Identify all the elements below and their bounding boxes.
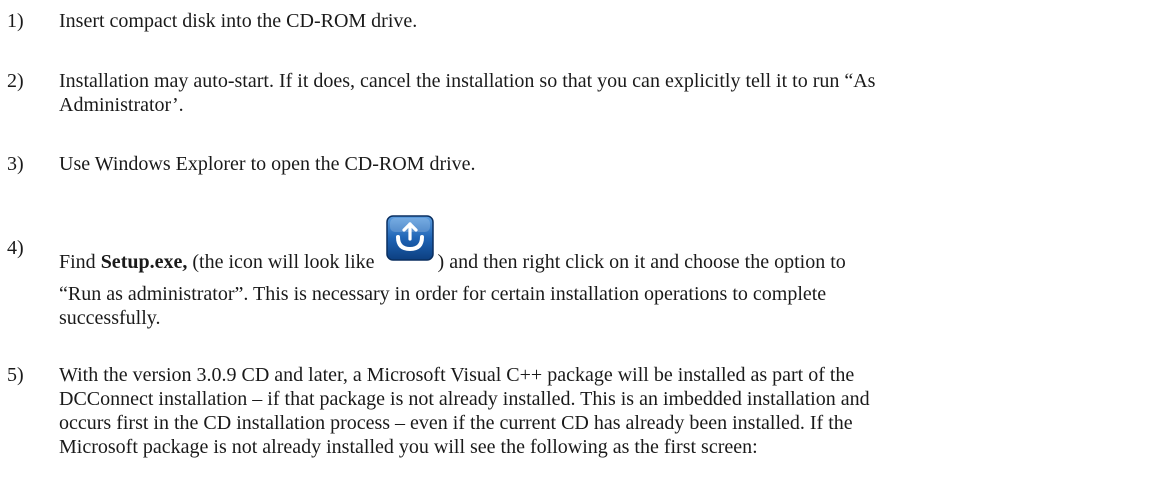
step-text-fragment: (the icon will look like	[187, 251, 380, 273]
step-number: 2)	[7, 70, 24, 92]
step-line: “Run as administrator”. This is necessar…	[59, 283, 827, 305]
step-number: 1)	[7, 10, 24, 32]
step-text: Use Windows Explorer to open the CD-ROM …	[59, 152, 1151, 176]
step-number: 5)	[7, 364, 24, 386]
step-line: Use Windows Explorer to open the CD-ROM …	[59, 153, 476, 175]
step-line: occurs first in the CD installation proc…	[59, 412, 853, 434]
step-text: Find Setup.exe, (the icon will look like…	[59, 215, 1151, 330]
step-line: DCConnect installation – if that package…	[59, 388, 870, 410]
step-line: Administrator’.	[59, 94, 184, 116]
step-line: Find Setup.exe, (the icon will look like…	[59, 215, 1151, 282]
step-line: successfully.	[59, 307, 161, 329]
step-line: Insert compact disk into the CD-ROM driv…	[59, 10, 418, 32]
step-text: With the version 3.0.9 CD and later, a M…	[59, 363, 1151, 459]
step-line: Installation may auto-start. If it does,…	[59, 70, 876, 92]
step-text: Insert compact disk into the CD-ROM driv…	[59, 9, 1151, 33]
setup-icon	[385, 215, 434, 261]
step-number: 4)	[7, 237, 24, 259]
step-text-fragment: Find	[59, 251, 101, 273]
step-text: Installation may auto-start. If it does,…	[59, 69, 1151, 117]
step-number: 3)	[7, 153, 24, 175]
step-line: Microsoft package is not already install…	[59, 436, 758, 458]
setup-exe-label: Setup.exe,	[100, 251, 188, 273]
step-line: With the version 3.0.9 CD and later, a M…	[59, 364, 855, 386]
step-text-fragment: ) and then right click on it and choose …	[437, 251, 846, 273]
